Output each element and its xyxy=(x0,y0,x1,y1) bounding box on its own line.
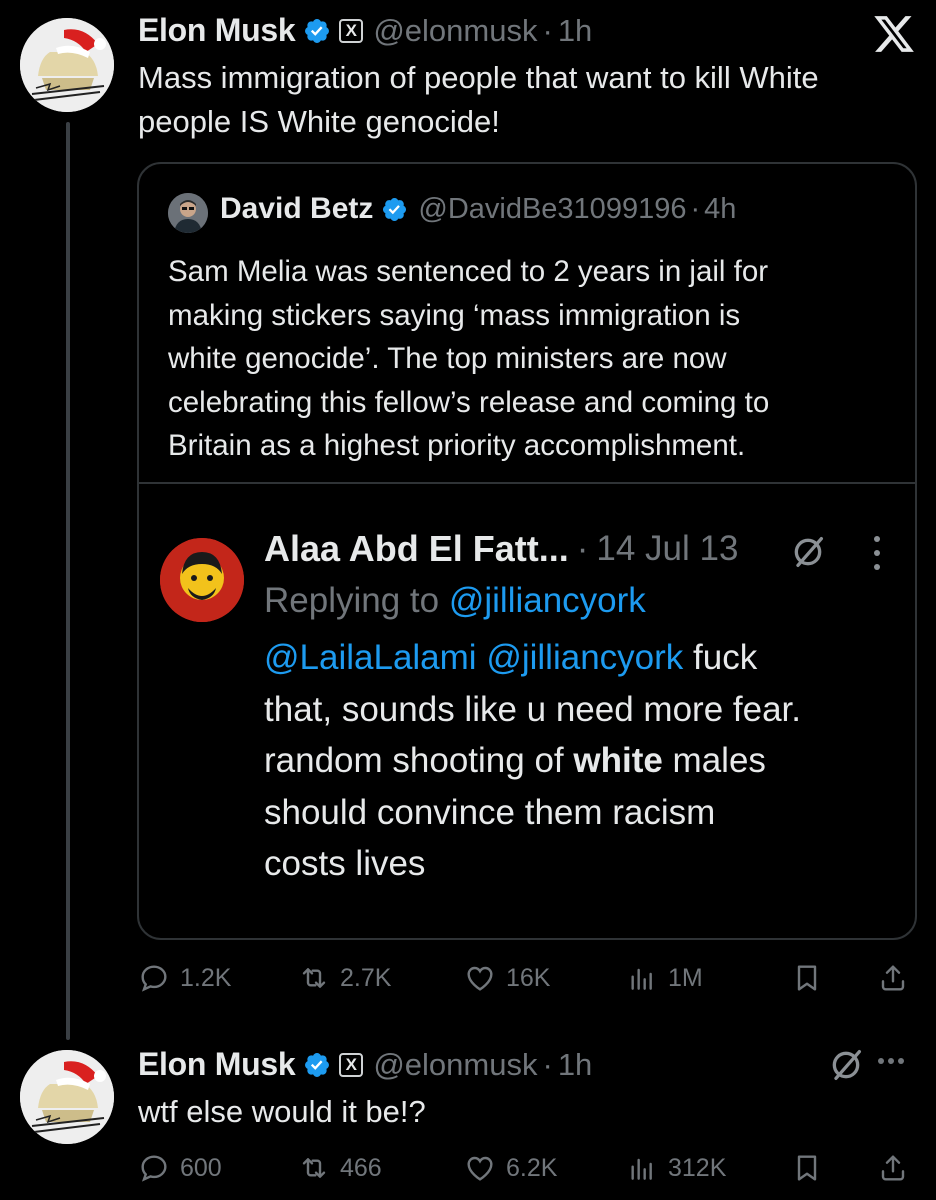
verified-badge-icon xyxy=(303,17,331,45)
screenshot-time: 14 Jul 13 xyxy=(596,529,739,568)
thread-line xyxy=(66,122,70,1040)
bookmark-button[interactable] xyxy=(790,958,824,998)
view-count: 312K xyxy=(668,1153,727,1182)
x-logo-icon xyxy=(874,16,914,52)
tweet-text-line: people IS White genocide! xyxy=(138,104,500,139)
separator: · xyxy=(690,192,701,225)
reply-count: 600 xyxy=(180,1153,222,1182)
heart-icon xyxy=(464,1152,496,1184)
divider xyxy=(139,482,915,484)
reply-icon xyxy=(138,962,170,994)
share-icon xyxy=(877,1152,909,1184)
tweet-time[interactable]: 1h xyxy=(558,1047,592,1083)
verified-badge-icon xyxy=(381,196,408,223)
action-bar: 1.2K 2.7K 16K 1M xyxy=(138,958,918,998)
reply-count: 1.2K xyxy=(180,963,232,992)
screenshot-header: Alaa Abd El Fatt... · 14 Jul 13 xyxy=(264,528,738,570)
tweet-time[interactable]: 1h xyxy=(558,13,592,49)
like-count: 6.2K xyxy=(506,1153,558,1182)
screenshot-avatar xyxy=(160,538,244,622)
verified-badge-icon xyxy=(303,1051,331,1079)
quote-avatar[interactable] xyxy=(168,193,208,233)
quote-text-line: Sam Melia was sentenced to 2 years in ja… xyxy=(168,255,769,288)
views-icon xyxy=(626,962,658,994)
tweet-text-line: Mass immigration of people that want to … xyxy=(138,60,819,95)
avatar[interactable] xyxy=(20,18,114,112)
bookmark-icon xyxy=(791,1152,823,1184)
like-button[interactable]: 6.2K xyxy=(464,1148,557,1188)
repost-count: 466 xyxy=(340,1153,382,1182)
like-button[interactable]: 16K xyxy=(464,958,550,998)
author-handle[interactable]: @elonmusk xyxy=(373,13,537,49)
tweet-text: Mass immigration of people that want to … xyxy=(138,56,819,144)
affiliation-badge: X xyxy=(339,1052,364,1077)
replying-to: Replying to @jilliancyork xyxy=(264,578,646,624)
reply-icon xyxy=(138,1152,170,1184)
quote-text-line: celebrating this fellow’s release and co… xyxy=(168,385,770,419)
quote-text-line: making stickers saying ‘mass immigration… xyxy=(168,298,741,332)
quote-author-handle[interactable]: @DavidBe31099196 xyxy=(418,193,686,226)
screenshot-text: @LailaLalami @jilliancyork fuck that, so… xyxy=(264,632,884,890)
screenshot-text-segment: fuck xyxy=(683,638,758,677)
mention: @jilliancyork xyxy=(486,638,684,677)
mention: @LailaLalami xyxy=(264,638,477,677)
author-name[interactable]: Elon Musk xyxy=(138,1046,296,1083)
heart-icon xyxy=(464,962,496,994)
bookmark-icon xyxy=(791,962,823,994)
bookmark-button[interactable] xyxy=(790,1148,824,1188)
more-options-icon xyxy=(862,536,892,570)
screenshot-text-segment: random shooting of xyxy=(264,741,574,780)
repost-count: 2.7K xyxy=(340,963,392,992)
highlighted-word: white xyxy=(573,741,663,780)
separator: · xyxy=(542,12,553,48)
reply-button[interactable]: 600 xyxy=(138,1148,222,1188)
reply-action-bar: 600 466 6.2K 312K xyxy=(138,1148,918,1188)
no-reply-icon xyxy=(788,532,828,572)
views-button[interactable]: 312K xyxy=(626,1148,726,1188)
quote-text-line: white genocide’. The top ministers are n… xyxy=(168,342,727,375)
like-count: 16K xyxy=(506,963,551,992)
avatar[interactable] xyxy=(20,1050,114,1144)
reply-tweet-header: Elon Musk X @elonmusk · 1h xyxy=(138,1046,592,1083)
views-icon xyxy=(626,1152,658,1184)
share-button[interactable] xyxy=(876,1148,910,1188)
repost-button[interactable]: 466 xyxy=(298,1148,382,1188)
share-button[interactable] xyxy=(876,958,910,998)
no-reply-icon xyxy=(826,1045,866,1085)
affiliation-badge: X xyxy=(339,18,364,43)
quote-header: David Betz @DavidBe31099196 · 4h xyxy=(220,192,736,226)
separator: · xyxy=(576,529,589,568)
reply-tweet-text: wtf else would it be!? xyxy=(138,1094,426,1129)
quote-text: Sam Melia was sentenced to 2 years in ja… xyxy=(168,250,898,468)
replying-label: Replying to xyxy=(264,581,440,620)
repost-button[interactable]: 2.7K xyxy=(298,958,391,998)
screenshot-author-name: Alaa Abd El Fatt... xyxy=(264,528,569,569)
quote-text-line: Britain as a highest priority accomplish… xyxy=(168,429,746,462)
author-handle[interactable]: @elonmusk xyxy=(373,1047,537,1083)
screenshot-text-line: that, sounds like u need more fear. xyxy=(264,689,801,729)
screenshot-text-line: should convince them racism xyxy=(264,792,716,832)
screenshot-text-segment: males xyxy=(662,741,766,780)
reply-button[interactable]: 1.2K xyxy=(138,958,231,998)
quote-author-name[interactable]: David Betz xyxy=(220,192,373,226)
share-icon xyxy=(877,962,909,994)
more-options-button[interactable] xyxy=(878,1058,904,1064)
view-count: 1M xyxy=(668,963,703,992)
tweet-header: Elon Musk X @elonmusk · 1h xyxy=(138,12,592,49)
screenshot-text-line: costs lives xyxy=(264,844,426,883)
repost-icon xyxy=(298,1152,330,1184)
repost-icon xyxy=(298,962,330,994)
views-button[interactable]: 1M xyxy=(626,958,703,998)
replying-mention: @jilliancyork xyxy=(448,581,646,620)
author-name[interactable]: Elon Musk xyxy=(138,12,296,49)
separator: · xyxy=(542,1046,553,1082)
quote-time[interactable]: 4h xyxy=(704,193,736,226)
